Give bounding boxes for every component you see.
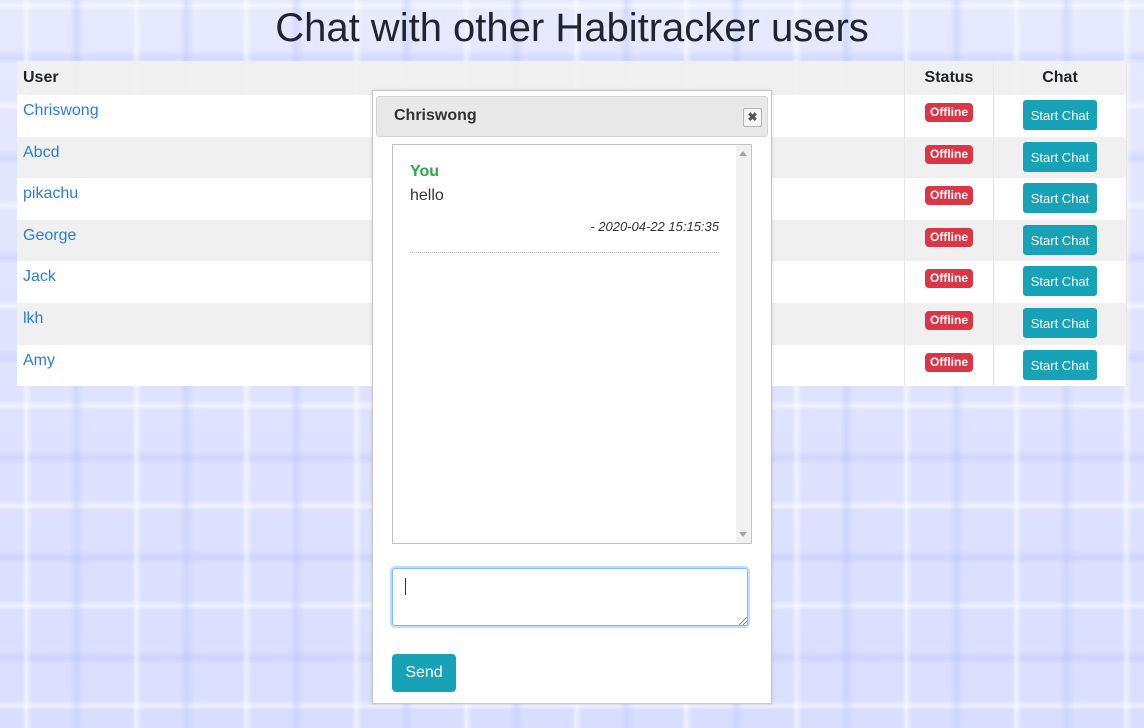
chat-cell: Start Chat: [993, 219, 1127, 262]
user-link[interactable]: lkh: [23, 310, 43, 328]
start-chat-button[interactable]: Start Chat: [1022, 183, 1098, 214]
status-badge: Offline: [925, 144, 973, 164]
status-cell: Offline: [904, 219, 994, 262]
user-link[interactable]: Amy: [23, 352, 55, 370]
status-badge: Offline: [925, 269, 973, 289]
column-header-chat: Chat: [993, 61, 1127, 95]
status-cell: Offline: [904, 344, 994, 387]
user-link[interactable]: Chriswong: [23, 102, 99, 120]
chat-message: You hello - 2020-04-22 15:15:35: [410, 163, 719, 253]
status-cell: Offline: [904, 136, 994, 179]
messages-area[interactable]: You hello - 2020-04-22 15:15:35: [392, 144, 752, 544]
message-input[interactable]: [392, 568, 748, 626]
user-link[interactable]: George: [23, 227, 76, 245]
user-link[interactable]: Jack: [23, 268, 56, 286]
chat-dialog: Chriswong ✖ You hello - 2020-04-22 15:15…: [372, 90, 772, 704]
scroll-up-arrow-icon[interactable]: [739, 151, 747, 156]
chat-cell: Start Chat: [993, 136, 1127, 179]
message-divider: [410, 252, 719, 253]
status-cell: Offline: [904, 261, 994, 303]
send-button[interactable]: Send: [392, 654, 456, 692]
message-timestamp: - 2020-04-22 15:15:35: [590, 219, 719, 234]
start-chat-button[interactable]: Start Chat: [1022, 141, 1098, 172]
message-sender: You: [410, 163, 440, 180]
chat-cell: Start Chat: [993, 178, 1127, 220]
user-link[interactable]: pikachu: [23, 185, 78, 203]
chat-cell: Start Chat: [993, 344, 1127, 387]
user-link[interactable]: Abcd: [23, 144, 59, 162]
status-badge: Offline: [925, 103, 973, 122]
status-badge: Offline: [925, 352, 973, 372]
scroll-down-arrow-icon[interactable]: [739, 532, 747, 537]
status-cell: Offline: [904, 178, 994, 220]
messages-scrollbar[interactable]: [736, 145, 751, 543]
chat-dialog-title: Chriswong: [394, 107, 477, 124]
text-caret: [405, 578, 406, 595]
column-header-status: Status: [904, 61, 994, 95]
status-cell: Offline: [904, 95, 994, 137]
message-text: hello: [410, 187, 444, 204]
status-cell: Offline: [904, 302, 994, 345]
start-chat-button[interactable]: Start Chat: [1022, 266, 1098, 297]
status-badge: Offline: [925, 186, 973, 206]
chat-cell: Start Chat: [993, 95, 1127, 137]
page-title: Chat with other Habitracker users: [275, 6, 869, 50]
status-badge: Offline: [925, 310, 973, 330]
start-chat-button[interactable]: Start Chat: [1022, 307, 1098, 338]
start-chat-button[interactable]: Start Chat: [1022, 224, 1098, 255]
chat-cell: Start Chat: [993, 261, 1127, 303]
resize-handle-icon[interactable]: [739, 617, 747, 625]
start-chat-button[interactable]: Start Chat: [1022, 349, 1098, 380]
chat-dialog-header[interactable]: Chriswong ✖: [376, 96, 768, 137]
status-badge: Offline: [925, 227, 973, 247]
close-icon[interactable]: ✖: [743, 108, 762, 127]
start-chat-button[interactable]: Start Chat: [1022, 100, 1098, 130]
chat-cell: Start Chat: [993, 302, 1127, 345]
